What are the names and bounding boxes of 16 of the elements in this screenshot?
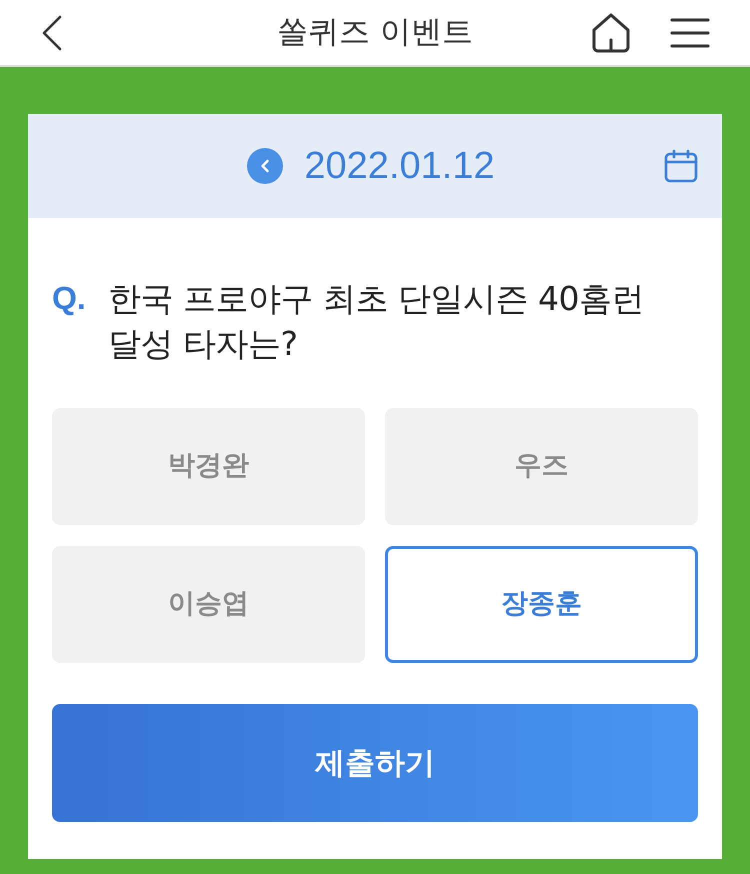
quiz-date: 2022.01.12 — [304, 147, 495, 185]
chevron-left-icon — [260, 159, 270, 173]
back-button[interactable] — [40, 12, 64, 52]
chevron-left-icon — [42, 14, 62, 50]
answer-option[interactable]: 이승엽 — [52, 546, 365, 663]
question-text: 한국 프로야구 최초 단일시즌 40홈런 달성 타자는? — [108, 278, 645, 365]
answer-option[interactable]: 우즈 — [385, 408, 698, 525]
menu-icon[interactable] — [670, 16, 710, 48]
answer-option[interactable]: 박경완 — [52, 408, 365, 525]
question-marker: Q. — [52, 279, 87, 318]
page-title: 쏠퀴즈 이벤트 — [277, 17, 473, 48]
home-icon[interactable] — [590, 12, 632, 54]
calendar-icon[interactable] — [664, 149, 698, 183]
previous-date-button[interactable] — [247, 148, 284, 184]
submit-button[interactable]: 제출하기 — [52, 704, 698, 822]
answer-option[interactable]: 장종훈 — [385, 546, 698, 663]
